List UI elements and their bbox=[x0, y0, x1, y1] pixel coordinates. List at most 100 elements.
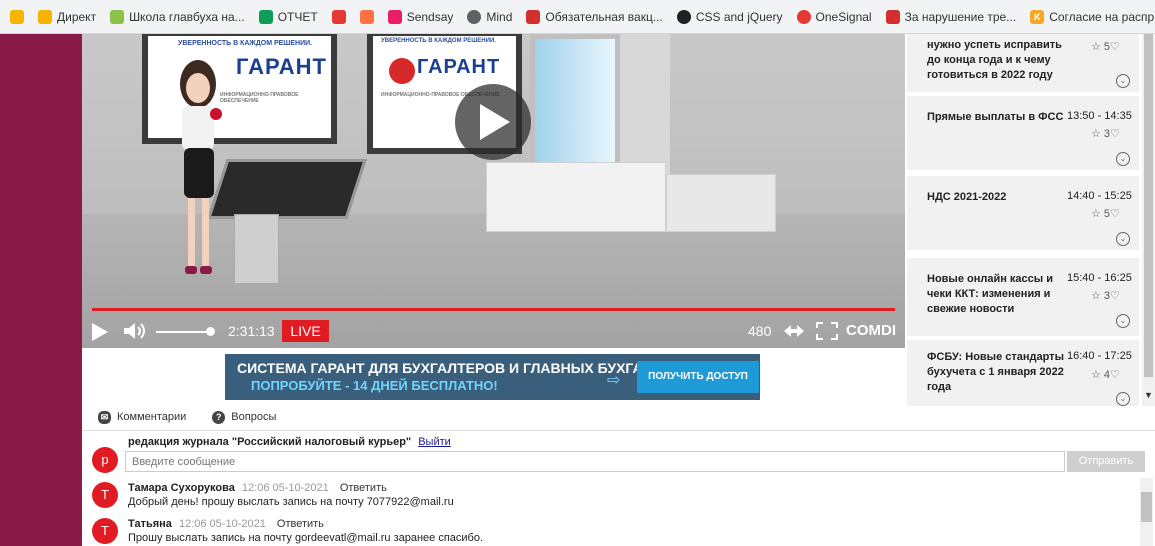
left-accent-stripe bbox=[0, 34, 82, 546]
schedule-item-time: 14:40 - 15:25 bbox=[1067, 190, 1132, 202]
video-progress-bar[interactable] bbox=[92, 308, 895, 311]
bookmark-item[interactable]: Sendsay bbox=[387, 9, 453, 24]
reply-link[interactable]: Ответить bbox=[340, 482, 387, 494]
bookmark-item[interactable]: Mind bbox=[467, 9, 512, 24]
schedule-item-title: Прямые выплаты в ФСС bbox=[927, 111, 1064, 123]
chevron-down-icon[interactable]: ⌄ bbox=[1116, 232, 1130, 246]
bookmark-item[interactable]: ОТЧЕТ bbox=[258, 9, 318, 24]
comment-date: 12:06 05-10-2021 bbox=[241, 482, 329, 494]
avatar: р bbox=[92, 447, 118, 473]
brand-logo-text: ГАРАНТ bbox=[417, 56, 501, 78]
schedule-item-rating[interactable]: ☆ 5♡ bbox=[1091, 40, 1120, 53]
pip-icon[interactable] bbox=[784, 325, 804, 337]
sendsay-icon bbox=[387, 9, 402, 24]
bookmark-item[interactable]: K Согласие на распр... bbox=[1030, 9, 1155, 24]
bookmark-item[interactable] bbox=[331, 9, 346, 24]
comment-date: 12:06 05-10-2021 bbox=[178, 518, 266, 530]
bookmark-item[interactable]: OneSignal bbox=[796, 9, 872, 24]
comment-header: Тамара Сухорукова 12:06 05-10-2021 Ответ… bbox=[128, 482, 387, 494]
touch-kiosk bbox=[207, 159, 367, 219]
star-icon: ☆ bbox=[1091, 290, 1104, 302]
schedule-item[interactable]: ФСБУ: Новые стандарты бухучета с 1 январ… bbox=[907, 340, 1139, 406]
sheet-icon bbox=[258, 9, 273, 24]
comment-text: Прошу выслать запись на почту gordeevatl… bbox=[128, 532, 484, 544]
bookmark-item[interactable]: Школа главбуха на... bbox=[110, 9, 245, 24]
chevron-down-icon[interactable]: ⌄ bbox=[1116, 392, 1130, 406]
bar-chart-icon bbox=[10, 9, 24, 24]
bookmark-item[interactable]: Директ bbox=[38, 9, 96, 24]
volume-slider-knob[interactable] bbox=[206, 327, 215, 336]
comment-author: Татьяна bbox=[128, 518, 172, 530]
playback-time: 2:31:13 bbox=[228, 323, 275, 339]
schedule-item-rating[interactable]: ☆ 5♡ bbox=[1091, 207, 1120, 220]
schedule-item[interactable]: НДС 2021-2022 14:40 - 15:25 ☆ 5♡ ⌄ bbox=[907, 176, 1139, 250]
studio-cube bbox=[666, 174, 776, 232]
tab-comments[interactable]: ✉ Комментарии bbox=[98, 410, 186, 424]
schedule-item-rating[interactable]: ☆ 3♡ bbox=[1091, 289, 1120, 302]
send-button[interactable]: Отправить bbox=[1067, 451, 1145, 472]
comment-header: Татьяна 12:06 05-10-2021 Ответить bbox=[128, 518, 324, 530]
reply-link[interactable]: Ответить bbox=[277, 518, 324, 530]
comments-scrollbar-thumb[interactable] bbox=[1141, 492, 1152, 522]
tab-questions[interactable]: ? Вопросы bbox=[212, 410, 277, 424]
fullscreen-icon[interactable] bbox=[816, 322, 838, 340]
banner-subline: ПОПРОБУЙТЕ - 14 ДНЕЙ БЕСПЛАТНО! bbox=[251, 378, 498, 393]
volume-slider[interactable] bbox=[156, 331, 212, 333]
current-user-name: редакция журнала "Российский налоговый к… bbox=[128, 436, 412, 448]
bookmark-item[interactable] bbox=[359, 9, 374, 24]
current-user: редакция журнала "Российский налоговый к… bbox=[128, 436, 451, 448]
brand-tagline: УВЕРЕННОСТЬ В КАЖДОМ РЕШЕНИИ. bbox=[178, 40, 313, 47]
chat-bubbles-icon: ✉ bbox=[98, 410, 111, 424]
schedule-item-rating[interactable]: ☆ 4♡ bbox=[1091, 368, 1120, 381]
avatar: Т bbox=[92, 482, 118, 508]
heart-icon: ♡ bbox=[1110, 41, 1120, 53]
chevron-down-icon[interactable]: ⌄ bbox=[1116, 74, 1130, 88]
schedule-scrollbar-thumb[interactable] bbox=[1144, 34, 1153, 377]
comment-author: Тамара Сухорукова bbox=[128, 482, 235, 494]
tab-questions-label: Вопросы bbox=[231, 411, 277, 423]
arrow-right-icon: ⇨ bbox=[607, 372, 621, 389]
live-badge[interactable]: LIVE bbox=[282, 320, 329, 342]
schedule-item[interactable]: нужно успеть исправить до конца года и к… bbox=[907, 34, 1139, 92]
play-icon bbox=[480, 104, 510, 140]
star-icon: ☆ bbox=[1091, 369, 1104, 381]
heart-icon: ♡ bbox=[1110, 290, 1120, 302]
studio-cube bbox=[486, 162, 666, 232]
kiosk-stand bbox=[234, 214, 279, 284]
chevron-down-icon[interactable]: ⌄ bbox=[1116, 152, 1130, 166]
page: Директ Школа главбуха на... ОТЧЕТ Sendsa… bbox=[0, 0, 1155, 546]
chevron-down-icon[interactable]: ⌄ bbox=[1116, 314, 1130, 328]
bookmarks-bar: Директ Школа главбуха на... ОТЧЕТ Sendsa… bbox=[0, 0, 1155, 34]
volume-icon[interactable] bbox=[124, 322, 148, 340]
k-icon: K bbox=[1030, 9, 1045, 24]
avatar: Т bbox=[92, 518, 118, 544]
schedule-item[interactable]: Прямые выплаты в ФСС 13:50 - 14:35 ☆ 3♡ … bbox=[907, 96, 1139, 170]
analytics-icon bbox=[331, 9, 346, 24]
message-input[interactable] bbox=[125, 451, 1065, 472]
schedule-item-time: 15:40 - 16:25 bbox=[1067, 272, 1132, 284]
bookmark-item[interactable]: Обязательная вакц... bbox=[526, 9, 663, 24]
promo-banner[interactable]: СИСТЕМА ГАРАНТ ДЛЯ БУХГАЛТЕРОВ И ГЛАВНЫХ… bbox=[225, 354, 760, 400]
bookmark-item[interactable]: За нарушение тре... bbox=[885, 9, 1016, 24]
schedule-item-title: ФСБУ: Новые стандарты бухучета с 1 январ… bbox=[927, 351, 1064, 393]
play-control-icon[interactable] bbox=[92, 323, 108, 341]
bookmark-item[interactable]: CSS and jQuery bbox=[676, 9, 783, 24]
schedule-item-rating[interactable]: ☆ 3♡ bbox=[1091, 127, 1120, 140]
video-player[interactable]: УВЕРЕННОСТЬ В КАЖДОМ РЕШЕНИИ. ГАРАНТ ИНФ… bbox=[82, 34, 905, 348]
question-icon: ? bbox=[212, 410, 226, 424]
direct-icon bbox=[38, 9, 52, 24]
get-access-button[interactable]: ПОЛУЧИТЬ ДОСТУП bbox=[637, 361, 759, 393]
schedule-item-time: 16:40 - 17:25 bbox=[1067, 350, 1132, 362]
schedule-item-title: Новые онлайн кассы и чеки ККТ: изменения… bbox=[927, 273, 1053, 315]
scroll-down-icon[interactable]: ▼ bbox=[1144, 390, 1153, 400]
info-display-side bbox=[620, 34, 670, 174]
star-icon: ☆ bbox=[1091, 208, 1104, 220]
bookmark-item[interactable] bbox=[10, 9, 24, 24]
logout-link[interactable]: Выйти bbox=[418, 436, 451, 448]
garant-logo-mark bbox=[389, 58, 415, 84]
tabs-divider bbox=[82, 430, 1155, 431]
garant-icon bbox=[885, 9, 900, 24]
comment-text: Добрый день! прошу выслать запись на поч… bbox=[128, 496, 454, 508]
schedule-item[interactable]: Новые онлайн кассы и чеки ККТ: изменения… bbox=[907, 258, 1139, 336]
quality-selector[interactable]: 480 bbox=[748, 323, 771, 339]
